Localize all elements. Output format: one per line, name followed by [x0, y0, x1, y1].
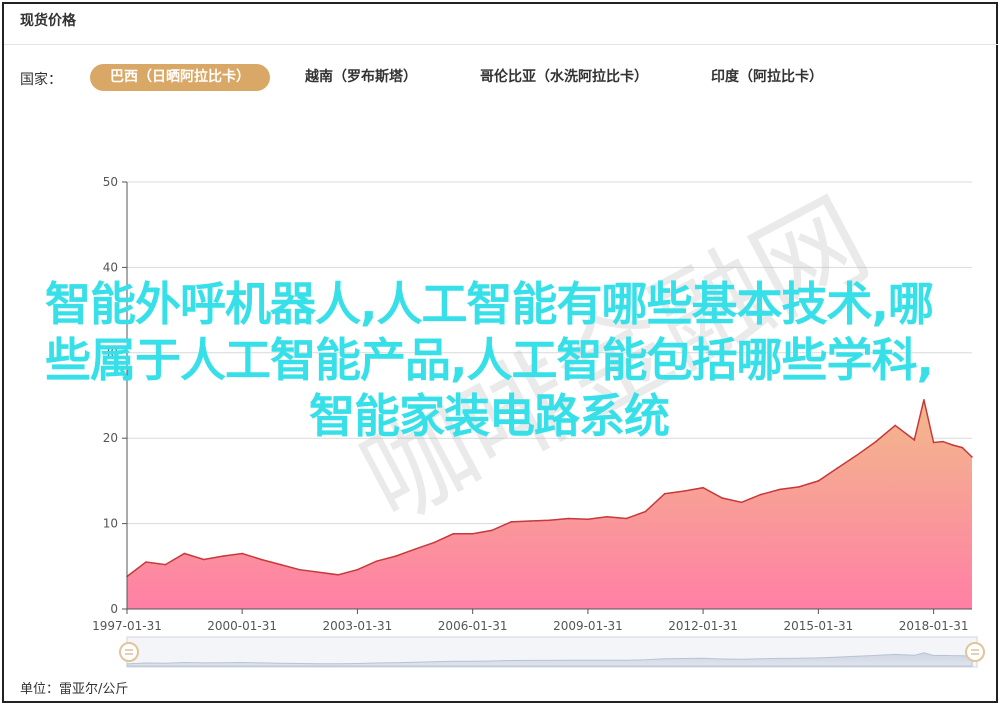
data-point	[798, 486, 800, 488]
data-point	[961, 446, 964, 449]
data-point	[298, 568, 301, 571]
data-point	[951, 444, 954, 446]
x-tick-label: 2015-01-31	[783, 619, 853, 633]
data-point	[375, 560, 378, 562]
data-point	[471, 533, 474, 535]
x-tick-label: 2009-01-31	[553, 619, 623, 633]
y-tick-label: 0	[110, 602, 118, 616]
data-point	[510, 521, 512, 523]
data-point	[318, 571, 320, 574]
data-point	[855, 454, 858, 457]
data-point	[145, 561, 147, 563]
data-point	[529, 520, 531, 522]
data-point	[222, 555, 224, 557]
data-point	[548, 519, 551, 521]
y-tick-label: 50	[103, 175, 118, 189]
data-point	[567, 517, 570, 520]
data-point	[759, 493, 762, 496]
y-tick-label: 40	[103, 260, 118, 274]
data-point	[971, 456, 973, 458]
x-tick-label: 2000-01-31	[207, 619, 277, 633]
data-point	[779, 488, 781, 491]
unit-label: 单位：雷亚尔/公斤	[20, 682, 129, 697]
data-point	[395, 555, 397, 557]
overlay-headline: 智能外呼机器人,人工智能有哪些基本技术,哪些属于人工智能产品,人工智能包括哪些学…	[45, 277, 934, 443]
zoom-handle-left[interactable]	[119, 642, 139, 662]
data-point	[702, 486, 704, 489]
data-point	[836, 467, 839, 469]
x-tick-label: 2018-01-31	[899, 619, 969, 633]
data-point	[260, 558, 263, 561]
data-point	[164, 563, 167, 566]
data-point	[721, 497, 723, 499]
data-point	[817, 480, 820, 482]
x-tick-label: 1997-01-31	[92, 619, 162, 633]
data-point	[279, 563, 282, 566]
x-tick-label: 2012-01-31	[668, 619, 738, 633]
data-point	[183, 552, 186, 555]
data-point	[740, 501, 743, 504]
zoom-handle-right[interactable]	[965, 642, 985, 662]
data-point	[241, 552, 243, 555]
data-point	[490, 529, 493, 532]
data-point	[452, 533, 455, 535]
data-point	[414, 548, 416, 550]
x-tick-label: 2006-01-31	[438, 619, 508, 633]
data-point	[587, 518, 589, 521]
data-point	[606, 516, 608, 518]
data-point	[433, 541, 436, 544]
y-tick-label: 10	[103, 517, 118, 531]
data-point	[203, 558, 205, 561]
x-tick-label: 2003-01-31	[323, 619, 393, 633]
data-point	[663, 492, 666, 495]
data-point	[356, 568, 359, 571]
data-point	[625, 517, 628, 520]
data-point	[644, 510, 647, 513]
data-point	[337, 574, 339, 576]
data-point	[682, 490, 685, 492]
